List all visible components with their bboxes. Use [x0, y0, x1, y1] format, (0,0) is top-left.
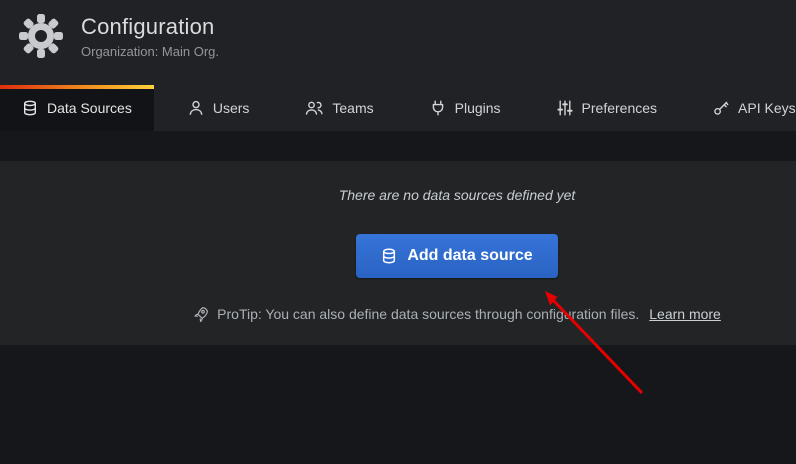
- tab-teams[interactable]: Teams: [283, 85, 395, 131]
- tab-label: Preferences: [582, 100, 657, 116]
- tab-plugins[interactable]: Plugins: [408, 85, 523, 131]
- protip-text: ProTip: You can also define data sources…: [217, 306, 639, 322]
- tab-label: Plugins: [455, 100, 501, 116]
- add-button-label: Add data source: [407, 247, 532, 265]
- tab-data-sources[interactable]: Data Sources: [0, 85, 154, 131]
- tab-label: Users: [213, 100, 250, 116]
- learn-more-link[interactable]: Learn more: [649, 306, 721, 322]
- page-subtitle: Organization: Main Org.: [81, 44, 219, 59]
- database-icon: [381, 248, 397, 264]
- plug-icon: [430, 100, 446, 116]
- data-sources-empty-panel: There are no data sources defined yet Ad…: [0, 161, 796, 345]
- tab-api-keys[interactable]: API Keys: [691, 85, 796, 131]
- config-tabbar: Data Sources Users Teams: [0, 85, 796, 131]
- gear-icon: [17, 12, 65, 60]
- tab-label: Data Sources: [47, 100, 132, 116]
- sliders-icon: [557, 100, 573, 116]
- key-icon: [713, 100, 729, 116]
- database-icon: [22, 100, 38, 116]
- users-icon: [305, 100, 323, 116]
- tab-label: API Keys: [738, 100, 796, 116]
- empty-state-message: There are no data sources defined yet: [339, 187, 576, 203]
- tab-preferences[interactable]: Preferences: [535, 85, 679, 131]
- rocket-icon: [193, 306, 209, 322]
- page-title: Configuration: [81, 14, 219, 40]
- tab-users[interactable]: Users: [166, 85, 272, 131]
- user-icon: [188, 100, 204, 116]
- add-data-source-button[interactable]: Add data source: [356, 234, 557, 278]
- tab-label: Teams: [332, 100, 373, 116]
